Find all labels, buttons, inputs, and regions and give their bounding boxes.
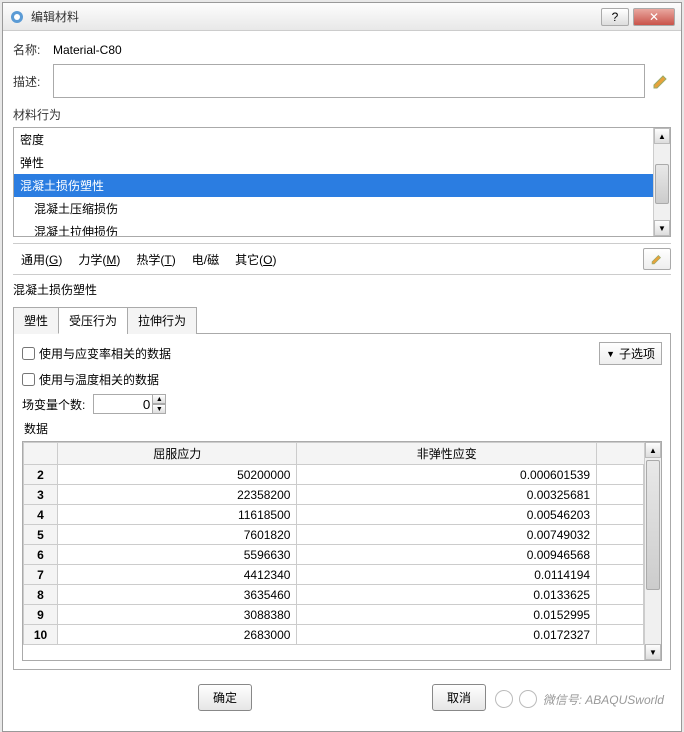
temperature-label: 使用与温度相关的数据 [39, 371, 159, 388]
spin-down-icon[interactable]: ▼ [152, 404, 166, 414]
cell-yield-stress[interactable]: 7601820 [58, 525, 297, 545]
strain-rate-label: 使用与应变率相关的数据 [39, 345, 171, 362]
category-menubar: 通用(G) 力学(M) 热学(T) 电/磁 其它(O) [13, 243, 671, 275]
ok-button[interactable]: 确定 [198, 684, 252, 711]
row-number: 6 [24, 545, 58, 565]
cell-inelastic-strain[interactable]: 0.0133625 [297, 585, 597, 605]
tabs: 塑性受压行为拉伸行为 [13, 306, 671, 334]
menu-electrical[interactable]: 电/磁 [184, 249, 227, 270]
cell-inelastic-strain[interactable]: 0.0114194 [297, 565, 597, 585]
cancel-button[interactable]: 取消 [432, 684, 486, 711]
rownum-header [24, 443, 58, 465]
cell-yield-stress[interactable]: 2683000 [58, 625, 297, 645]
subsection-title: 混凝土损伤塑性 [13, 281, 671, 298]
cell-yield-stress[interactable]: 3635460 [58, 585, 297, 605]
tab[interactable]: 拉伸行为 [127, 307, 197, 334]
col-spacer [597, 443, 644, 465]
cell-inelastic-strain[interactable]: 0.00546203 [297, 505, 597, 525]
behaviors-scrollbar[interactable]: ▲ ▼ [653, 128, 670, 236]
titlebar[interactable]: 编辑材料 ? ✕ [3, 3, 681, 31]
cell-yield-stress[interactable]: 50200000 [58, 465, 297, 485]
table-row[interactable]: 930883800.0152995 [24, 605, 644, 625]
row-number: 2 [24, 465, 58, 485]
name-value: Material-C80 [53, 43, 671, 57]
menu-thermal[interactable]: 热学(T) [128, 249, 183, 270]
table-row[interactable]: 836354600.0133625 [24, 585, 644, 605]
table-row[interactable]: 4116185000.00546203 [24, 505, 644, 525]
scroll-down-icon[interactable]: ▼ [645, 644, 661, 660]
data-table-wrap: 屈服应力 非弹性应变 2502000000.000601539322358200… [22, 441, 662, 661]
menu-general[interactable]: 通用(G) [13, 249, 70, 270]
cell-inelastic-strain[interactable]: 0.0152995 [297, 605, 597, 625]
chevron-down-icon: ▼ [606, 349, 615, 359]
table-row[interactable]: 2502000000.000601539 [24, 465, 644, 485]
spin-up-icon[interactable]: ▲ [152, 394, 166, 404]
suboptions-button[interactable]: ▼子选项 [599, 342, 662, 365]
cell-yield-stress[interactable]: 4412340 [58, 565, 297, 585]
field-vars-label: 场变量个数: [22, 396, 85, 413]
temperature-checkbox[interactable] [22, 373, 35, 386]
scroll-thumb[interactable] [655, 164, 669, 204]
col1-header: 屈服应力 [58, 443, 297, 465]
cell-inelastic-strain[interactable]: 0.00946568 [297, 545, 597, 565]
row-number: 7 [24, 565, 58, 585]
cell-inelastic-strain[interactable]: 0.00749032 [297, 525, 597, 545]
data-table[interactable]: 屈服应力 非弹性应变 2502000000.000601539322358200… [23, 442, 644, 645]
field-vars-input[interactable] [93, 394, 153, 414]
col2-header: 非弹性应变 [297, 443, 597, 465]
cell-inelastic-strain[interactable]: 0.000601539 [297, 465, 597, 485]
table-scrollbar[interactable]: ▲ ▼ [644, 442, 661, 660]
cell-yield-stress[interactable]: 3088380 [58, 605, 297, 625]
behavior-item[interactable]: 混凝土拉伸损伤 [14, 220, 653, 236]
tab[interactable]: 塑性 [13, 307, 59, 334]
menu-other[interactable]: 其它(O) [227, 249, 284, 270]
row-number: 9 [24, 605, 58, 625]
description-label: 描述: [13, 73, 53, 90]
row-number: 10 [24, 625, 58, 645]
menu-mechanical[interactable]: 力学(M) [70, 249, 128, 270]
row-number: 3 [24, 485, 58, 505]
table-row[interactable]: 1026830000.0172327 [24, 625, 644, 645]
cell-inelastic-strain[interactable]: 0.0172327 [297, 625, 597, 645]
cell-yield-stress[interactable]: 5596630 [58, 545, 297, 565]
pencil-icon [650, 252, 664, 266]
table-row[interactable]: 744123400.0114194 [24, 565, 644, 585]
row-number: 4 [24, 505, 58, 525]
strain-rate-checkbox[interactable] [22, 347, 35, 360]
behavior-item[interactable]: 混凝土损伤塑性 [14, 174, 653, 197]
dialog-footer: 确定 取消 [13, 670, 671, 721]
data-label: 数据 [24, 420, 662, 437]
table-row[interactable]: 576018200.00749032 [24, 525, 644, 545]
app-icon [9, 9, 25, 25]
scroll-thumb[interactable] [646, 460, 660, 590]
row-number: 5 [24, 525, 58, 545]
tab-panel: 使用与应变率相关的数据 ▼子选项 使用与温度相关的数据 场变量个数: ▲ ▼ 数… [13, 334, 671, 670]
edit-material-dialog: 编辑材料 ? ✕ 名称: Material-C80 描述: 材料行为 密度弹性混… [2, 2, 682, 732]
name-label: 名称: [13, 41, 53, 58]
table-row[interactable]: 655966300.00946568 [24, 545, 644, 565]
behavior-item[interactable]: 弹性 [14, 151, 653, 174]
table-row[interactable]: 3223582000.00325681 [24, 485, 644, 505]
behaviors-title: 材料行为 [13, 106, 671, 123]
description-input[interactable] [53, 64, 645, 98]
cell-inelastic-strain[interactable]: 0.00325681 [297, 485, 597, 505]
behavior-item[interactable]: 密度 [14, 128, 653, 151]
scroll-up-icon[interactable]: ▲ [654, 128, 670, 144]
cell-yield-stress[interactable]: 22358200 [58, 485, 297, 505]
close-button[interactable]: ✕ [633, 8, 675, 26]
scroll-up-icon[interactable]: ▲ [645, 442, 661, 458]
behaviors-list: 密度弹性混凝土损伤塑性混凝土压缩损伤混凝土拉伸损伤 ▲ ▼ [13, 127, 671, 237]
window-title: 编辑材料 [31, 8, 597, 25]
help-button[interactable]: ? [601, 8, 629, 26]
behavior-item[interactable]: 混凝土压缩损伤 [14, 197, 653, 220]
edit-behavior-button[interactable] [643, 248, 671, 270]
edit-description-icon[interactable] [651, 71, 671, 91]
scroll-down-icon[interactable]: ▼ [654, 220, 670, 236]
cell-yield-stress[interactable]: 11618500 [58, 505, 297, 525]
row-number: 8 [24, 585, 58, 605]
tab[interactable]: 受压行为 [58, 307, 128, 334]
